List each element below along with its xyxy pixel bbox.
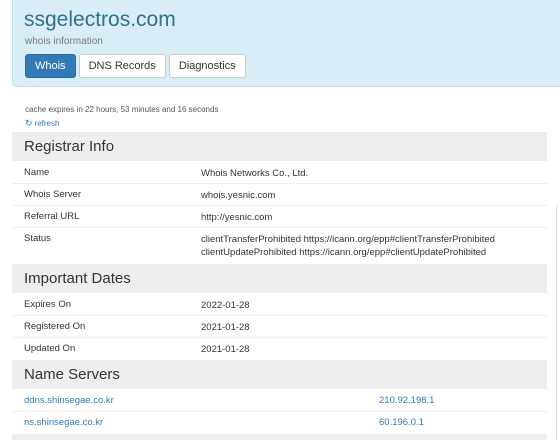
name-servers-heading: Name Servers (12, 360, 547, 389)
row-key: Referral URL (24, 211, 80, 222)
row-value: 2021-01-28 (201, 322, 250, 333)
domain-title: ssgelectros.com (24, 8, 176, 31)
tab-whois[interactable]: Whois (25, 54, 76, 78)
registrar-info-heading: Registrar Info (12, 132, 547, 161)
refresh-link[interactable]: ↻ refresh (25, 118, 59, 129)
row-value: 2021-01-28 (201, 344, 250, 355)
row-key: Name (24, 167, 50, 178)
row-key: Status (24, 233, 51, 244)
tab-diagnostics[interactable]: Diagnostics (168, 54, 246, 78)
nameserver-host-link[interactable]: ddns.shinsegae.co.kr (24, 395, 114, 406)
row-value: 2022-01-28 (201, 300, 250, 311)
row-key: Expires On (24, 299, 71, 310)
row-value: http://yesnic.com (201, 212, 273, 223)
row-value: Whois Networks Co., Ltd. (201, 168, 309, 179)
row-value: whois.yesnic.com (201, 190, 276, 201)
row-key: Registered On (24, 321, 86, 332)
tab-dns-records[interactable]: DNS Records (78, 54, 166, 78)
status-line: clientTransferProhibited https://icann.o… (201, 234, 495, 245)
row-key: Updated On (24, 343, 76, 354)
important-dates-heading: Important Dates (12, 264, 547, 293)
domain-header: ssgelectros.com whois information Whois … (12, 0, 560, 87)
row-divider (12, 411, 547, 412)
next-section-heading (12, 434, 547, 440)
row-divider (12, 315, 547, 316)
cache-expiry-text: cache expires in 22 hours, 53 minutes an… (25, 105, 219, 114)
row-divider (12, 183, 547, 184)
tab-bar: Whois DNS Records Diagnostics (25, 54, 246, 78)
row-key: Whois Server (24, 189, 82, 200)
row-divider (12, 227, 547, 228)
nameserver-ip-link[interactable]: 60.196.0.1 (379, 417, 424, 428)
scroll-edge (556, 205, 557, 440)
row-divider (12, 205, 547, 206)
refresh-label: refresh (34, 119, 60, 128)
domain-subtitle: whois information (25, 36, 103, 47)
refresh-icon: ↻ (25, 118, 33, 128)
nameserver-ip-link[interactable]: 210.92.198.1 (379, 395, 434, 406)
status-line: clientUpdateProhibited https://icann.org… (201, 247, 487, 258)
nameserver-host-link[interactable]: ns.shinsegae.co.kr (24, 417, 103, 428)
row-value: clientTransferProhibited https://icann.o… (201, 233, 495, 259)
row-divider (12, 337, 547, 338)
